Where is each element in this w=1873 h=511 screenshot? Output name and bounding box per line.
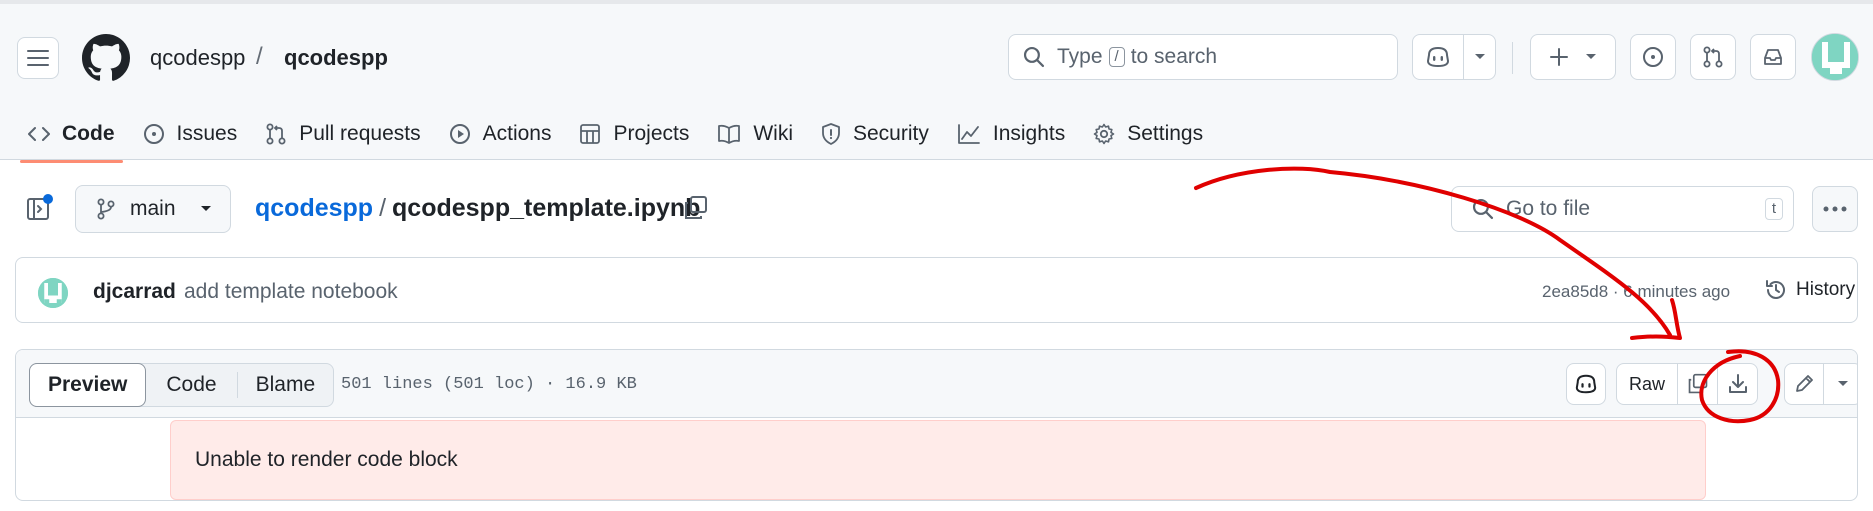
menu-button[interactable] xyxy=(17,37,59,79)
kebab-horizontal-icon xyxy=(1823,206,1847,212)
history-icon xyxy=(1766,280,1785,299)
render-error-message: Unable to render code block xyxy=(170,420,1706,500)
header-divider xyxy=(1512,42,1513,74)
copilot-icon xyxy=(1413,45,1463,69)
tab-code-label: Code xyxy=(62,122,115,145)
hamburger-icon xyxy=(27,50,49,66)
go-to-file-placeholder: Go to file xyxy=(1506,197,1591,220)
chevron-down-icon xyxy=(1586,54,1596,59)
file-info: 501 lines (501 loc) · 16.9 KB xyxy=(341,375,637,394)
gear-icon xyxy=(1093,123,1115,145)
copy-raw-button[interactable] xyxy=(1677,364,1717,404)
go-to-file-input[interactable]: Go to file t xyxy=(1451,186,1794,232)
history-label: History xyxy=(1796,279,1856,300)
chevron-down-icon xyxy=(200,206,211,211)
github-logo-icon[interactable] xyxy=(82,34,130,82)
repo-navigation: Code Issues Pull requests Actions Projec… xyxy=(14,107,1217,163)
edit-options-button[interactable] xyxy=(1823,364,1857,404)
issue-icon xyxy=(1643,47,1663,67)
chevron-down-icon[interactable] xyxy=(1464,53,1495,61)
pull-request-icon xyxy=(1703,46,1723,68)
tab-insights-label: Insights xyxy=(992,122,1066,145)
tab-security-label: Security xyxy=(853,122,929,145)
tab-issues-label: Issues xyxy=(176,122,238,145)
table-icon xyxy=(580,124,601,144)
tab-wiki-label: Wiki xyxy=(753,122,793,145)
tab-pull-requests[interactable]: Pull requests xyxy=(251,107,434,161)
breadcrumb-repo[interactable]: qcodespp xyxy=(284,45,388,71)
code-icon xyxy=(28,127,50,141)
path-repo-link[interactable]: qcodespp xyxy=(255,194,373,222)
search-icon xyxy=(1023,46,1045,68)
global-header: qcodespp / qcodespp Type / to search Cod… xyxy=(0,0,1873,163)
preview-tab[interactable]: Preview xyxy=(29,363,147,407)
tab-code[interactable]: Code xyxy=(14,107,129,163)
inbox-icon xyxy=(1764,49,1782,65)
download-raw-button[interactable] xyxy=(1717,364,1757,404)
file-viewer-header: Preview Code Blame 501 lines (501 loc) ·… xyxy=(16,350,1857,418)
edit-file-button[interactable] xyxy=(1785,364,1823,404)
create-new-button[interactable] xyxy=(1530,34,1616,80)
author-avatar[interactable] xyxy=(38,278,68,308)
search-icon xyxy=(1472,198,1494,220)
chevron-down-icon xyxy=(1837,381,1848,386)
book-icon xyxy=(718,124,741,144)
tab-settings-label: Settings xyxy=(1127,122,1204,145)
file-path: qcodespp / qcodespp_template.ipynb xyxy=(255,194,700,223)
breadcrumb-separator: / xyxy=(256,43,263,70)
commit-sha-time[interactable]: 2ea85d8 · 6 minutes ago xyxy=(1542,282,1730,302)
copilot-icon xyxy=(1575,374,1597,394)
commit-message[interactable]: add template notebook xyxy=(184,280,398,304)
tab-projects-label: Projects xyxy=(613,122,690,145)
go-to-file-shortcut: t xyxy=(1764,198,1783,220)
user-avatar[interactable] xyxy=(1811,33,1859,81)
file-viewer: Preview Code Blame 501 lines (501 loc) ·… xyxy=(15,349,1858,501)
view-mode-toggle: Preview Code Blame xyxy=(29,363,335,407)
tab-issues[interactable]: Issues xyxy=(129,107,252,161)
search-suffix: to search xyxy=(1130,45,1218,68)
pull-request-icon xyxy=(266,123,286,145)
copilot-button[interactable] xyxy=(1412,34,1496,80)
pull-requests-button[interactable] xyxy=(1690,34,1736,80)
commit-author[interactable]: djcarrad xyxy=(93,280,176,304)
git-branch-icon xyxy=(97,198,115,220)
issues-button[interactable] xyxy=(1630,34,1676,80)
tab-projects[interactable]: Projects xyxy=(565,107,703,161)
graph-icon xyxy=(957,124,980,144)
path-file-name: qcodespp_template.ipynb xyxy=(392,194,701,222)
raw-copy-download-group: Raw xyxy=(1616,363,1758,405)
side-panel-icon[interactable] xyxy=(25,193,55,223)
search-prefix: Type xyxy=(1057,45,1103,68)
blame-tab[interactable]: Blame xyxy=(238,364,334,406)
branch-selector[interactable]: main xyxy=(75,185,231,233)
history-button[interactable]: History xyxy=(1764,278,1855,302)
tab-wiki[interactable]: Wiki xyxy=(703,107,807,161)
inbox-button[interactable] xyxy=(1750,34,1796,80)
play-icon xyxy=(449,124,470,144)
copilot-file-button[interactable] xyxy=(1566,363,1606,405)
issue-icon xyxy=(143,124,164,144)
edit-group xyxy=(1784,363,1857,405)
tab-actions-label: Actions xyxy=(482,122,552,145)
path-separator: / xyxy=(379,194,387,222)
copy-icon xyxy=(1688,373,1707,394)
latest-commit-box: djcarrad add template notebook 2ea85d8 ·… xyxy=(15,257,1858,323)
raw-button[interactable]: Raw xyxy=(1617,364,1677,404)
shield-icon xyxy=(822,123,840,145)
breadcrumb-owner[interactable]: qcodespp xyxy=(150,45,245,71)
tab-pull-requests-label: Pull requests xyxy=(299,122,421,145)
branch-name: main xyxy=(130,197,176,220)
search-input[interactable]: Type / to search xyxy=(1008,34,1398,80)
more-options-button[interactable] xyxy=(1812,186,1858,232)
plus-icon xyxy=(1550,48,1568,66)
tab-actions[interactable]: Actions xyxy=(435,107,566,161)
search-shortcut-key: / xyxy=(1108,47,1125,67)
download-icon xyxy=(1728,374,1747,393)
tab-insights[interactable]: Insights xyxy=(943,107,1079,161)
copy-path-icon[interactable] xyxy=(683,195,709,221)
tab-settings[interactable]: Settings xyxy=(1079,107,1217,161)
pencil-icon xyxy=(1796,375,1813,392)
tab-security[interactable]: Security xyxy=(807,107,943,161)
code-tab[interactable]: Code xyxy=(146,364,236,406)
